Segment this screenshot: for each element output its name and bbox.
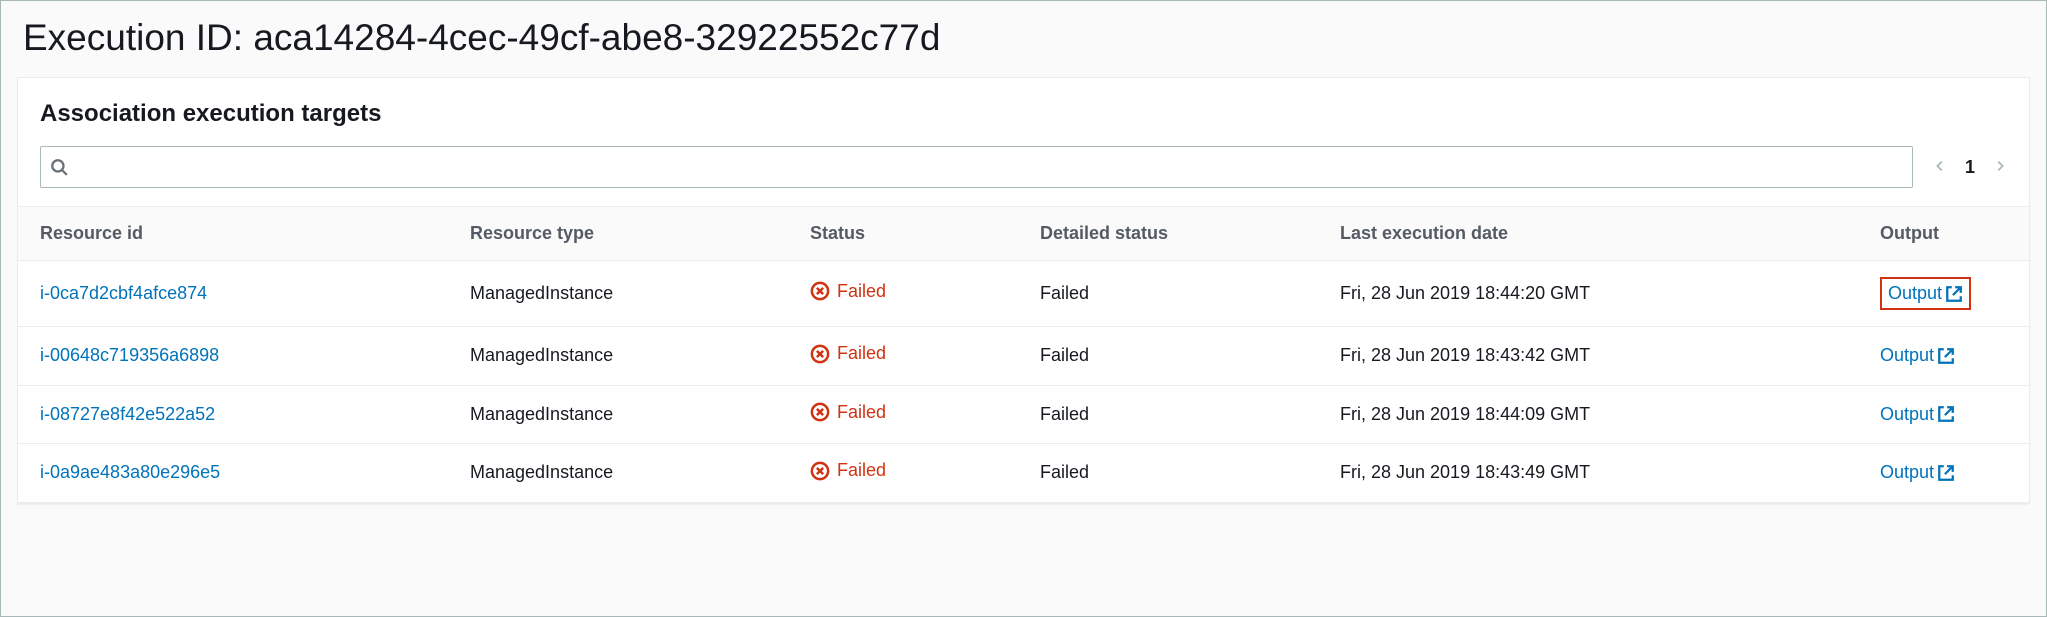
table-row: i-00648c719356a6898 ManagedInstance Failed… bbox=[18, 327, 2029, 386]
resource-type-cell: ManagedInstance bbox=[448, 327, 788, 386]
col-output[interactable]: Output bbox=[1858, 207, 2029, 261]
search-wrapper bbox=[40, 146, 1913, 188]
detailed-status-cell: Failed bbox=[1018, 444, 1318, 503]
error-icon bbox=[810, 344, 830, 364]
resource-id-link[interactable]: i-00648c719356a6898 bbox=[40, 345, 219, 365]
pagination: 1 bbox=[1933, 157, 2007, 178]
col-resource-id[interactable]: Resource id bbox=[18, 207, 448, 261]
search-icon bbox=[50, 158, 68, 176]
output-link-label: Output bbox=[1888, 283, 1942, 304]
detailed-status-cell: Failed bbox=[1018, 385, 1318, 444]
status-text: Failed bbox=[837, 402, 886, 423]
last-exec-date-cell: Fri, 28 Jun 2019 18:44:20 GMT bbox=[1318, 261, 1858, 327]
resource-type-cell: ManagedInstance bbox=[448, 444, 788, 503]
col-detailed-status[interactable]: Detailed status bbox=[1018, 207, 1318, 261]
error-icon bbox=[810, 402, 830, 422]
external-link-icon bbox=[1937, 405, 1955, 423]
col-resource-type[interactable]: Resource type bbox=[448, 207, 788, 261]
search-input[interactable] bbox=[40, 146, 1913, 188]
table-header-row: Resource id Resource type Status Detaile… bbox=[18, 207, 2029, 261]
panel-title: Association execution targets bbox=[40, 100, 2007, 128]
last-exec-date-cell: Fri, 28 Jun 2019 18:44:09 GMT bbox=[1318, 385, 1858, 444]
page-next-icon[interactable] bbox=[1993, 157, 2007, 178]
panel-toolbar: 1 bbox=[18, 146, 2029, 206]
status-text: Failed bbox=[837, 281, 886, 302]
col-last-exec-date[interactable]: Last execution date bbox=[1318, 207, 1858, 261]
page-prev-icon[interactable] bbox=[1933, 157, 1947, 178]
resource-id-link[interactable]: i-0a9ae483a80e296e5 bbox=[40, 462, 220, 482]
external-link-icon bbox=[1937, 347, 1955, 365]
status-text: Failed bbox=[837, 343, 886, 364]
output-link-label: Output bbox=[1880, 404, 1934, 425]
status-failed: Failed bbox=[810, 402, 886, 423]
targets-table: Resource id Resource type Status Detaile… bbox=[18, 206, 2029, 503]
output-link[interactable]: Output bbox=[1880, 462, 1955, 483]
status-failed: Failed bbox=[810, 460, 886, 481]
targets-panel: Association execution targets 1 bbox=[17, 77, 2030, 504]
resource-id-link[interactable]: i-0ca7d2cbf4afce874 bbox=[40, 283, 207, 303]
output-link-label: Output bbox=[1880, 345, 1934, 366]
output-link[interactable]: Output bbox=[1880, 345, 1955, 366]
resource-type-cell: ManagedInstance bbox=[448, 261, 788, 327]
resource-id-link[interactable]: i-08727e8f42e522a52 bbox=[40, 404, 215, 424]
error-icon bbox=[810, 461, 830, 481]
page-number: 1 bbox=[1965, 157, 1975, 178]
col-status[interactable]: Status bbox=[788, 207, 1018, 261]
external-link-icon bbox=[1945, 285, 1963, 303]
table-row: i-0a9ae483a80e296e5 ManagedInstance Failed… bbox=[18, 444, 2029, 503]
output-link-label: Output bbox=[1880, 462, 1934, 483]
output-link[interactable]: Output bbox=[1880, 404, 1955, 425]
output-link[interactable]: Output bbox=[1888, 283, 1963, 304]
status-failed: Failed bbox=[810, 343, 886, 364]
status-failed: Failed bbox=[810, 281, 886, 302]
detailed-status-cell: Failed bbox=[1018, 261, 1318, 327]
status-text: Failed bbox=[837, 460, 886, 481]
resource-type-cell: ManagedInstance bbox=[448, 385, 788, 444]
table-row: i-08727e8f42e522a52 ManagedInstance Failed… bbox=[18, 385, 2029, 444]
error-icon bbox=[810, 281, 830, 301]
page-container: Execution ID: aca14284-4cec-49cf-abe8-32… bbox=[0, 0, 2047, 617]
panel-header: Association execution targets bbox=[18, 78, 2029, 146]
detailed-status-cell: Failed bbox=[1018, 327, 1318, 386]
last-exec-date-cell: Fri, 28 Jun 2019 18:43:49 GMT bbox=[1318, 444, 1858, 503]
page-title: Execution ID: aca14284-4cec-49cf-abe8-32… bbox=[1, 1, 2046, 77]
external-link-icon bbox=[1937, 464, 1955, 482]
last-exec-date-cell: Fri, 28 Jun 2019 18:43:42 GMT bbox=[1318, 327, 1858, 386]
table-row: i-0ca7d2cbf4afce874 ManagedInstance Failed… bbox=[18, 261, 2029, 327]
